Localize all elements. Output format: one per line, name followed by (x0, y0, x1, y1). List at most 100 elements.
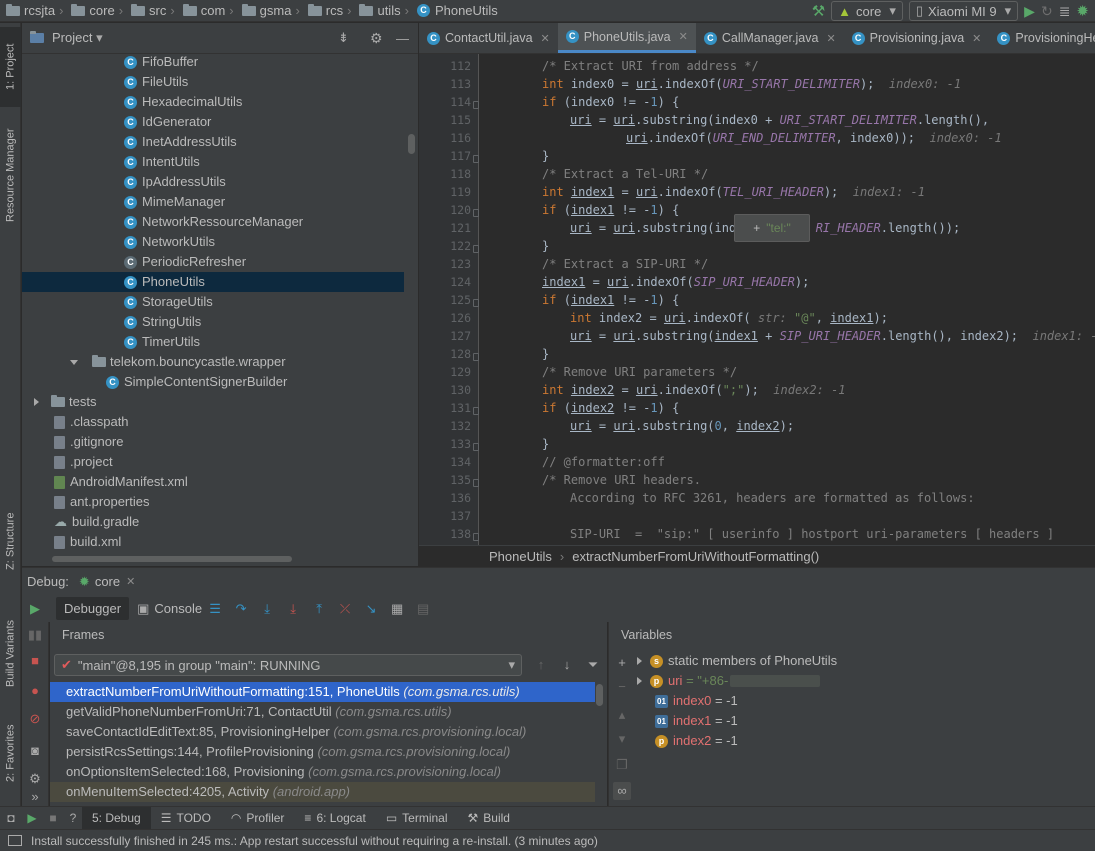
code-line[interactable]: /* Remove URI headers. (542, 471, 701, 489)
collapse-all-icon[interactable]: ⇟ (338, 30, 349, 46)
run-icon[interactable]: ▶ (1024, 3, 1035, 20)
more-icon[interactable]: » (26, 788, 44, 806)
crumb-rcs[interactable]: rcs › (306, 0, 358, 22)
step-out-icon[interactable]: ⤒ (310, 600, 328, 618)
code-editor[interactable]: /* Extract URI from address */int index0… (480, 54, 1095, 545)
status-toggle-icon[interactable] (8, 835, 22, 846)
help-icon[interactable]: ? (64, 811, 82, 825)
code-line[interactable]: if (index2 != -1) { (542, 399, 679, 417)
force-step-into-icon[interactable]: ⤓ (284, 600, 302, 618)
tab-terminal[interactable]: ▭ Terminal (376, 807, 458, 830)
crumb-utils[interactable]: utils › (357, 0, 414, 22)
code-line[interactable]: int index2 = uri.indexOf( str: "@", inde… (570, 309, 888, 327)
tree-item[interactable]: C InetAddressUtils (124, 132, 237, 152)
code-line[interactable]: int index1 = uri.indexOf(TEL_URI_HEADER)… (542, 183, 925, 201)
tree-item[interactable]: C FileUtils (124, 72, 188, 92)
stack-frame[interactable]: onOptionsItemSelected:168, Provisioning … (50, 762, 595, 782)
stack-frame[interactable]: extractNumberFromUriWithoutFormatting:15… (50, 682, 595, 702)
variable-row[interactable]: 01 index1 = -1 (655, 711, 738, 731)
fold-marker-icon[interactable] (473, 353, 479, 361)
tree-item[interactable]: AndroidManifest.xml (54, 472, 188, 492)
tree-item[interactable]: C HexadecimalUtils (124, 92, 242, 112)
code-line[interactable]: index1 = uri.indexOf(SIP_URI_HEADER); (542, 273, 809, 291)
show-execution-point-icon[interactable]: ☰ (206, 600, 224, 618)
code-line[interactable]: } (542, 237, 549, 255)
run-widget-icon[interactable]: ▶ (22, 811, 42, 825)
tab-provisioning[interactable]: C Provisioning.java ✕ (844, 23, 990, 53)
resume-icon[interactable]: ▶ (26, 600, 44, 618)
move-up-icon[interactable]: ▴ (613, 706, 631, 724)
crumb-phoneutils[interactable]: C PhoneUtils (415, 0, 500, 22)
tab-callmanager[interactable]: C CallManager.java ✕ (696, 23, 844, 53)
tree-item[interactable]: C SimpleContentSignerBuilder (106, 372, 287, 392)
stack-frame[interactable]: persistRcsSettings:144, ProfileProvision… (50, 742, 595, 762)
code-line[interactable]: /* Extract URI from address */ (542, 57, 759, 75)
tab-todo[interactable]: ☰ TODO (151, 807, 221, 830)
tree-item[interactable]: C PeriodicRefresher (124, 252, 246, 272)
close-icon[interactable]: ✕ (972, 32, 981, 45)
code-line[interactable]: } (542, 435, 549, 453)
crumb-gsma[interactable]: gsma › (240, 0, 306, 22)
crumb-src[interactable]: src › (129, 0, 181, 22)
tree-item-folder[interactable]: tests (34, 392, 96, 412)
tab-contactutil[interactable]: C ContactUtil.java ✕ (419, 23, 558, 53)
stack-frame[interactable]: saveContactIdEditText:85, ProvisioningHe… (50, 722, 595, 742)
code-line[interactable]: SIP-URI = "sip:" [ userinfo ] hostport u… (570, 525, 1054, 543)
close-icon[interactable]: ✕ (126, 575, 135, 588)
fold-marker-icon[interactable] (473, 245, 479, 253)
code-line[interactable]: int index0 = uri.indexOf(URI_START_DELIM… (542, 75, 961, 93)
code-line[interactable]: if (index1 != -1) { (542, 201, 679, 219)
tree-item[interactable]: C StringUtils (124, 312, 201, 332)
tree-item[interactable]: .classpath (54, 412, 129, 432)
variable-row[interactable]: p uri = "+86- (637, 671, 821, 691)
stack-frame[interactable]: getValidPhoneNumberFromUri:71, ContactUt… (50, 702, 595, 722)
fold-marker-icon[interactable] (473, 443, 479, 451)
move-down-icon[interactable]: ▾ (613, 730, 631, 748)
tree-item[interactable]: C FifoBuffer (124, 54, 198, 72)
previous-frame-icon[interactable]: ↑ (532, 656, 550, 674)
project-view-select[interactable]: Project ▾ (52, 30, 103, 46)
tree-item[interactable]: C NetworkUtils (124, 232, 215, 252)
tree-item[interactable]: C IdGenerator (124, 112, 211, 132)
stripe-toggle-icon[interactable]: ◘ (0, 811, 22, 825)
tab-build[interactable]: ⚒ Build (458, 807, 520, 830)
drop-frame-icon[interactable]: ⤫ (336, 600, 354, 618)
crumb-com[interactable]: com › (181, 0, 240, 22)
evaluate-expression-icon[interactable]: ▦ (388, 600, 406, 618)
thread-select[interactable]: ✔ "main"@8,195 in group "main": RUNNING … (54, 654, 522, 676)
hammer-build-icon[interactable]: ⚒ (812, 2, 825, 20)
step-over-icon[interactable]: ↷ (232, 600, 250, 618)
fold-marker-icon[interactable] (473, 209, 479, 217)
structure-tool-tab[interactable]: Z: Structure (0, 501, 21, 581)
minimize-icon[interactable]: — (396, 31, 409, 46)
tree-item[interactable]: ☁ build.gradle (54, 512, 139, 532)
console-tab[interactable]: ▣ Console (137, 601, 202, 617)
crumb-project[interactable]: rcsjta › (0, 0, 69, 22)
favorites-tool-tab[interactable]: 2: Favorites (0, 713, 21, 793)
code-line[interactable]: } (542, 345, 549, 363)
code-line[interactable]: } (542, 147, 549, 165)
step-into-icon[interactable]: ⤓ (258, 600, 276, 618)
tab-debug[interactable]: 5: Debug (82, 806, 151, 830)
tab-logcat[interactable]: ≡ 6: Logcat (294, 807, 375, 830)
tree-item[interactable]: C TimerUtils (124, 332, 200, 352)
close-icon[interactable]: ✕ (826, 32, 835, 45)
code-line[interactable]: if (index1 != -1) { (542, 291, 679, 309)
code-line[interactable]: uri = uri.substring(0, index2); (570, 417, 794, 435)
variable-row[interactable]: s static members of PhoneUtils (637, 651, 837, 671)
fold-marker-icon[interactable] (473, 407, 479, 415)
view-breakpoints-icon[interactable]: ● (26, 682, 44, 700)
code-line[interactable]: /* Extract a SIP-URI */ (542, 255, 708, 273)
code-line[interactable]: uri = uri.substring(index0 + URI_START_D… (570, 111, 989, 129)
tab-provisioninghelper[interactable]: C ProvisioningHelper.java (989, 23, 1095, 53)
code-line[interactable]: According to RFC 3261, headers are forma… (570, 489, 975, 507)
variable-row[interactable]: 01 index0 = -1 (655, 691, 738, 711)
tree-item[interactable]: ant.properties (54, 492, 150, 512)
fold-marker-icon[interactable] (473, 101, 479, 109)
code-line[interactable]: uri.indexOf(URI_END_DELIMITER, index0));… (626, 129, 1002, 147)
copy-icon[interactable]: ❐ (613, 756, 631, 774)
frames-scrollbar[interactable] (596, 684, 603, 706)
breadcrumb-class[interactable]: PhoneUtils (489, 549, 552, 564)
tree-item[interactable]: C IntentUtils (124, 152, 200, 172)
device-select[interactable]: ▯ Xiaomi MI 9 ▾ (908, 1, 1019, 21)
